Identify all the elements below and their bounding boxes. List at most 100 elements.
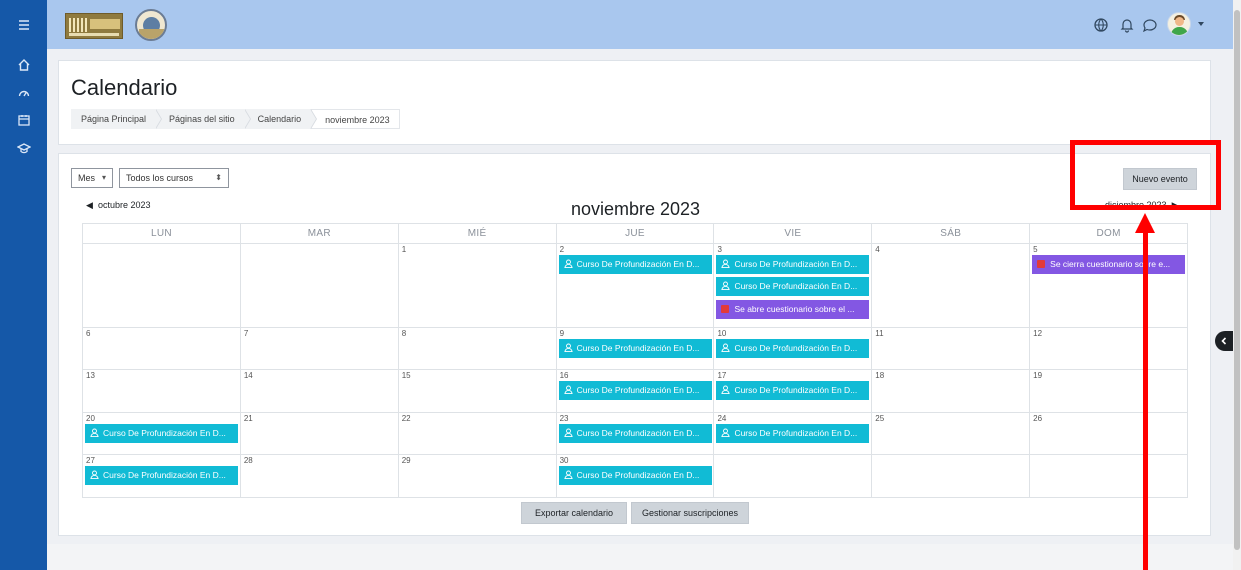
site-logo[interactable]	[65, 13, 123, 39]
day-cell[interactable]: 23 Curso De Profundización En D...	[556, 413, 715, 455]
day-cell[interactable]: 16 Curso De Profundización En D...	[556, 370, 715, 413]
course-event[interactable]: Curso De Profundización En D...	[716, 339, 870, 358]
day-number[interactable]: 19	[1033, 371, 1042, 380]
calendar-icon[interactable]	[0, 108, 47, 132]
day-cell[interactable]: 15	[398, 370, 557, 413]
user-menu-caret-icon[interactable]	[1198, 22, 1204, 26]
day-number[interactable]: 26	[1033, 414, 1042, 423]
day-cell[interactable]: 9 Curso De Profundización En D...	[556, 328, 715, 370]
day-cell[interactable]: 28	[240, 455, 399, 498]
course-event[interactable]: Curso De Profundización En D...	[716, 277, 870, 296]
day-cell[interactable]: 26	[1030, 413, 1189, 455]
day-number[interactable]: 1	[402, 245, 406, 254]
graduation-cap-icon[interactable]	[0, 136, 47, 160]
day-cell[interactable]: 3 Curso De Profundización En D... Curso …	[714, 244, 873, 328]
day-cell[interactable]: 14	[240, 370, 399, 413]
day-cell[interactable]: 13	[83, 370, 241, 413]
day-cell[interactable]: 25	[872, 413, 1031, 455]
day-cell[interactable]: 30 Curso De Profundización En D...	[556, 455, 715, 498]
day-cell[interactable]: 18	[872, 370, 1031, 413]
course-event[interactable]: Curso De Profundización En D...	[85, 466, 238, 485]
day-cell[interactable]: 4	[872, 244, 1031, 328]
day-number[interactable]: 8	[402, 329, 406, 338]
breadcrumb-item-calendar[interactable]: Calendario	[243, 109, 317, 129]
day-cell[interactable]: 29	[398, 455, 557, 498]
day-number[interactable]: 24	[717, 414, 726, 423]
day-number[interactable]: 7	[244, 329, 248, 338]
day-number[interactable]: 12	[1033, 329, 1042, 338]
day-header: SÁB	[872, 224, 1031, 244]
day-cell[interactable]: 6	[83, 328, 241, 370]
week-row: 27 Curso De Profundización En D... 28 29…	[83, 455, 1189, 498]
day-number[interactable]: 6	[86, 329, 90, 338]
day-number[interactable]: 15	[402, 371, 411, 380]
day-number[interactable]: 18	[875, 371, 884, 380]
course-event[interactable]: Curso De Profundización En D...	[558, 424, 712, 443]
day-number[interactable]: 2	[560, 245, 564, 254]
course-select[interactable]: Todos los cursos ⬍	[119, 168, 229, 188]
day-number[interactable]: 3	[717, 245, 721, 254]
day-number[interactable]: 4	[875, 245, 879, 254]
day-cell[interactable]: 2 Curso De Profundización En D...	[556, 244, 715, 328]
day-number[interactable]: 29	[402, 456, 411, 465]
day-cell[interactable]: 1	[398, 244, 557, 328]
day-number[interactable]: 17	[717, 371, 726, 380]
day-number[interactable]: 22	[402, 414, 411, 423]
user-avatar[interactable]	[1167, 12, 1191, 36]
breadcrumb-item-site-pages[interactable]: Páginas del sitio	[155, 109, 251, 129]
breadcrumb-item-home[interactable]: Página Principal	[71, 109, 163, 129]
day-cell[interactable]: 17 Curso De Profundización En D...	[714, 370, 873, 413]
export-calendar-button[interactable]: Exportar calendario	[521, 502, 627, 524]
day-cell[interactable]: 12	[1030, 328, 1189, 370]
day-cell[interactable]: 20 Curso De Profundización En D...	[83, 413, 241, 455]
course-event[interactable]: Curso De Profundización En D...	[716, 424, 870, 443]
day-number[interactable]: 28	[244, 456, 253, 465]
day-number[interactable]: 11	[875, 329, 883, 338]
notifications-bell-icon[interactable]	[1119, 17, 1135, 33]
day-number[interactable]: 20	[86, 414, 95, 423]
drawer-toggle-chevron-left-icon[interactable]	[1215, 331, 1233, 351]
day-number[interactable]: 13	[86, 371, 95, 380]
day-cell[interactable]: 21	[240, 413, 399, 455]
day-cell[interactable]: 5 Se cierra cuestionario sobre e...	[1030, 244, 1189, 328]
day-number[interactable]: 21	[244, 414, 253, 423]
language-globe-icon[interactable]	[1093, 17, 1109, 33]
day-number[interactable]: 9	[560, 329, 564, 338]
day-number[interactable]: 16	[560, 371, 569, 380]
course-event[interactable]: Curso De Profundización En D...	[558, 339, 712, 358]
day-number[interactable]: 23	[560, 414, 569, 423]
day-cell[interactable]: 10 Curso De Profundización En D...	[714, 328, 873, 370]
course-event[interactable]: Curso De Profundización En D...	[558, 381, 712, 400]
day-number[interactable]: 30	[560, 456, 569, 465]
user-icon	[721, 339, 731, 358]
day-cell[interactable]: 22	[398, 413, 557, 455]
scrollbar-thumb[interactable]	[1234, 10, 1240, 550]
course-event[interactable]: Curso De Profundización En D...	[716, 255, 870, 274]
messages-chat-icon[interactable]	[1142, 17, 1158, 33]
user-icon	[721, 277, 731, 296]
manage-subscriptions-button[interactable]: Gestionar suscripciones	[631, 502, 749, 524]
hamburger-menu-icon[interactable]	[0, 13, 47, 37]
view-select[interactable]: Mes ▾	[71, 168, 113, 188]
home-icon[interactable]	[0, 53, 47, 77]
quiz-event[interactable]: Se abre cuestionario sobre el ...	[716, 300, 870, 319]
day-number[interactable]: 25	[875, 414, 884, 423]
course-event[interactable]: Curso De Profundización En D...	[85, 424, 238, 443]
dashboard-icon[interactable]	[0, 81, 47, 105]
day-number[interactable]: 27	[86, 456, 95, 465]
course-event[interactable]: Curso De Profundización En D...	[558, 255, 712, 274]
day-header: VIE	[714, 224, 873, 244]
day-number[interactable]: 5	[1033, 245, 1037, 254]
day-cell[interactable]: 24 Curso De Profundización En D...	[714, 413, 873, 455]
course-event[interactable]: Curso De Profundización En D...	[558, 466, 712, 485]
course-event[interactable]: Curso De Profundización En D...	[716, 381, 870, 400]
day-cell[interactable]: 19	[1030, 370, 1189, 413]
day-cell	[240, 244, 399, 328]
day-number[interactable]: 10	[717, 329, 726, 338]
quiz-event[interactable]: Se cierra cuestionario sobre e...	[1032, 255, 1186, 274]
day-number[interactable]: 14	[244, 371, 253, 380]
day-cell[interactable]: 11	[872, 328, 1031, 370]
day-cell[interactable]: 27 Curso De Profundización En D...	[83, 455, 241, 498]
day-cell[interactable]: 8	[398, 328, 557, 370]
day-cell[interactable]: 7	[240, 328, 399, 370]
